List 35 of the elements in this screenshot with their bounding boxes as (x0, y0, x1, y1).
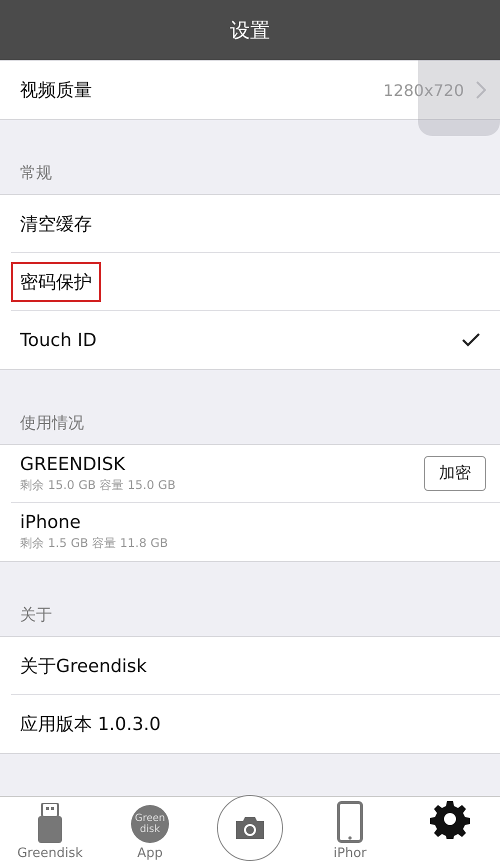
tab-item[interactable]: iPhor (300, 797, 400, 864)
tab-label: iPhor (334, 846, 366, 861)
settings-row[interactable]: 应用版本 1.0.3.0 (11, 695, 500, 753)
row-value: 1280x720 (383, 80, 464, 100)
section-header: 常规 (20, 163, 52, 184)
settings-row[interactable]: iPhone 剩余 1.5 GB 容量 11.8 GB (11, 503, 500, 561)
nav-title: 设置 (230, 16, 270, 44)
row-detail: 剩余 15.0 GB 容量 15.0 GB (20, 476, 177, 494)
app-logo-icon: Green disk (131, 805, 169, 843)
row-label: 视频质量 (20, 79, 93, 102)
tab-item[interactable]: Green disk App (100, 797, 200, 864)
row-label: Touch ID (20, 330, 98, 350)
row-label: GREENDISK (20, 454, 126, 474)
settings-row[interactable]: GREENDISK 剩余 15.0 GB 容量 15.0 GB 加密 (11, 445, 500, 503)
camera-icon (234, 816, 266, 840)
row-label: 清空缓存 (20, 212, 93, 236)
tab-label: App (137, 846, 163, 861)
tab-label: Greendisk (17, 846, 83, 861)
row-label: 关于Greendisk (20, 654, 148, 678)
chevron-icon (476, 81, 486, 99)
row-label: 密码保护 (11, 262, 101, 302)
section-header: 使用情况 (20, 413, 84, 434)
usb-drive-icon (38, 803, 62, 843)
phone-icon (337, 801, 363, 843)
row-label: iPhone (20, 512, 82, 533)
settings-row[interactable]: 清空缓存 (11, 195, 500, 253)
settings-row[interactable]: 关于Greendisk (11, 637, 500, 695)
settings-row[interactable]: Touch ID (11, 311, 500, 369)
tab-item[interactable]: Greendisk (0, 797, 100, 864)
settings-row[interactable]: 密码保护 (11, 253, 500, 311)
section-header: 关于 (20, 605, 52, 626)
encrypt-button[interactable]: 加密 (424, 456, 486, 491)
gear-icon (430, 799, 470, 839)
row-detail: 剩余 1.5 GB 容量 11.8 GB (20, 535, 169, 552)
row-label: 应用版本 1.0.3.0 (20, 713, 162, 736)
